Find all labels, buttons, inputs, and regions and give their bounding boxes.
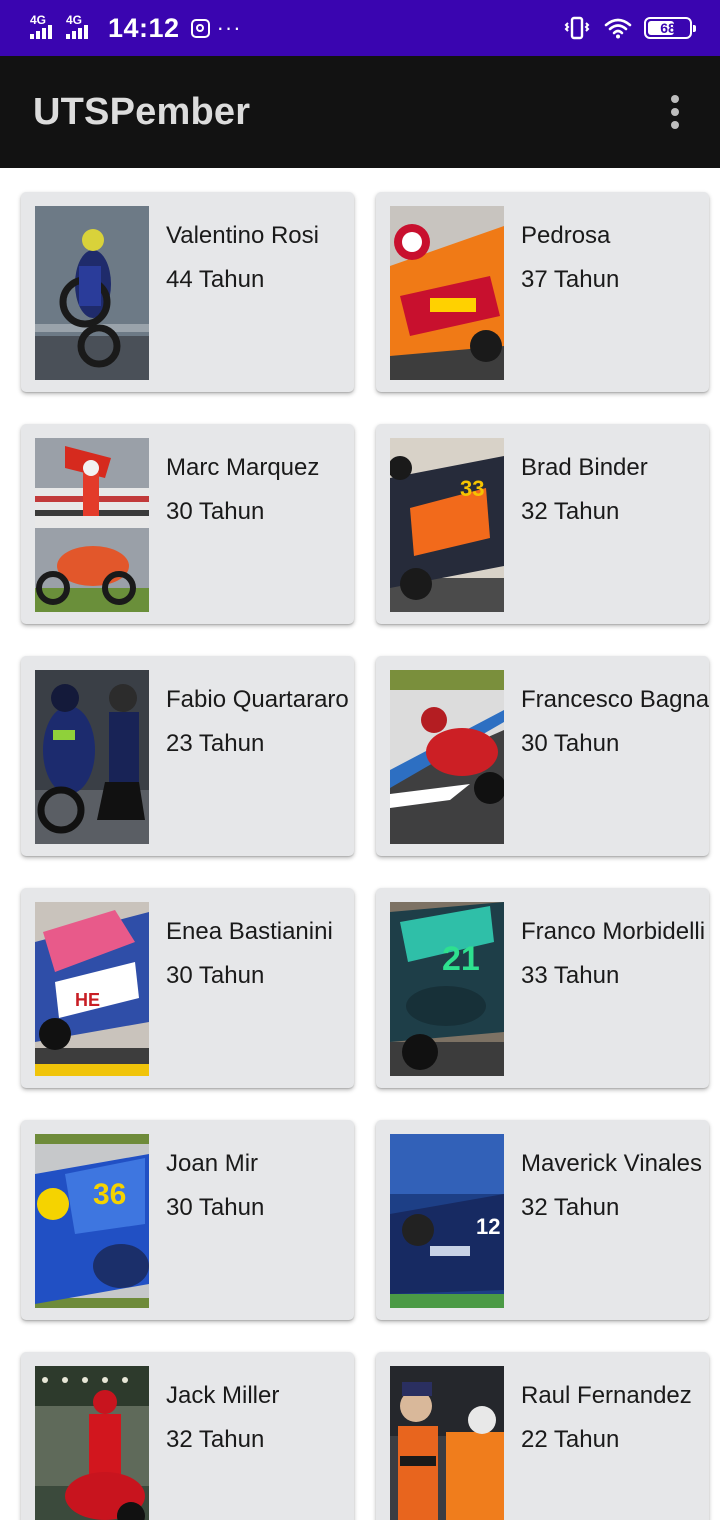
rider-card[interactable]: Fabio Quartararo 23 Tahun [21, 656, 354, 856]
rider-age: 23 Tahun [166, 730, 265, 757]
instagram-icon [190, 18, 210, 38]
rider-photo: 36 [35, 1134, 149, 1308]
rider-photo [390, 206, 504, 380]
status-right: 68 [564, 15, 696, 41]
battery-icon: 68 [644, 17, 696, 39]
wifi-icon [604, 18, 632, 39]
rider-card[interactable]: Francesco Bagnaia 30 Tahun [376, 656, 709, 856]
rider-photo [390, 670, 504, 844]
rider-name: Valentino Rosi [166, 222, 319, 249]
rider-age: 32 Tahun [166, 1426, 265, 1453]
rider-name: Franco Morbidelli [521, 918, 706, 945]
rider-name: Raul Fernandez [521, 1382, 692, 1409]
rider-age: 22 Tahun [521, 1426, 620, 1453]
rider-card[interactable]: 12 Maverick Vinales 32 Tahun [376, 1120, 709, 1320]
rider-photo [390, 1366, 504, 1520]
rider-age: 32 Tahun [521, 1194, 620, 1221]
rider-age: 33 Tahun [521, 962, 620, 989]
svg-text:33: 33 [460, 476, 484, 501]
rider-photo: 21 [390, 902, 504, 1076]
battery-level: 68 [660, 20, 676, 36]
rider-name: Enea Bastianini [166, 918, 333, 945]
app-title: UTSPember [33, 90, 251, 133]
rider-card[interactable]: 33 Brad Binder 32 Tahun [376, 424, 709, 624]
vibrate-icon [564, 16, 590, 40]
svg-text:21: 21 [442, 940, 480, 978]
rider-photo: 12 [390, 1134, 504, 1308]
rider-name: Fabio Quartararo [166, 686, 349, 713]
rider-name: Maverick Vinales [521, 1150, 702, 1177]
rider-photo: 33 [390, 438, 504, 612]
more-notifications-icon: ··· [216, 15, 242, 40]
status-left: 4G 4G 14:12 ··· [30, 13, 242, 44]
clock: 14:12 [108, 12, 180, 43]
rider-age: 30 Tahun [166, 498, 265, 525]
rider-name: Marc Marquez [166, 454, 320, 481]
rider-photo [35, 1366, 149, 1520]
rider-card[interactable]: 21 Franco Morbidelli 33 Tahun [376, 888, 709, 1088]
rider-name: Francesco Bagnaia [521, 686, 709, 713]
rider-age: 30 Tahun [166, 962, 265, 989]
rider-card[interactable]: Marc Marquez 30 Tahun [21, 424, 354, 624]
rider-card[interactable]: 36 Joan Mir 30 Tahun [21, 1120, 354, 1320]
svg-text:HE: HE [75, 990, 100, 1010]
rider-photo [35, 670, 149, 844]
rider-card[interactable]: Valentino Rosi 44 Tahun [21, 192, 354, 392]
rider-name: Jack Miller [166, 1382, 280, 1409]
rider-age: 30 Tahun [166, 1194, 265, 1221]
rider-name: Joan Mir [166, 1150, 259, 1177]
rider-name: Pedrosa [521, 222, 611, 249]
rider-grid[interactable]: Valentino Rosi 44 Tahun Pedrosa 37 Tahun… [0, 168, 720, 1520]
rider-photo [35, 438, 149, 612]
rider-photo [35, 206, 149, 380]
overflow-menu-icon[interactable] [660, 90, 690, 134]
rider-card[interactable]: Pedrosa 37 Tahun [376, 192, 709, 392]
rider-age: 32 Tahun [521, 498, 620, 525]
rider-card[interactable]: Raul Fernandez 22 Tahun [376, 1352, 709, 1520]
rider-age: 44 Tahun [166, 266, 265, 293]
status-bar: 4G 4G 14:12 ··· 68 [0, 0, 720, 56]
svg-text:36: 36 [93, 1178, 126, 1211]
rider-age: 30 Tahun [521, 730, 620, 757]
signal-icon: 4G [30, 14, 62, 41]
rider-photo: HE [35, 902, 149, 1076]
signal-icon: 4G [66, 14, 98, 41]
rider-card[interactable]: HE Enea Bastianini 30 Tahun [21, 888, 354, 1088]
svg-text:12: 12 [476, 1214, 500, 1239]
app-bar: UTSPember [0, 56, 720, 168]
rider-age: 37 Tahun [521, 266, 620, 293]
rider-card[interactable]: Jack Miller 32 Tahun [21, 1352, 354, 1520]
rider-name: Brad Binder [521, 454, 648, 481]
